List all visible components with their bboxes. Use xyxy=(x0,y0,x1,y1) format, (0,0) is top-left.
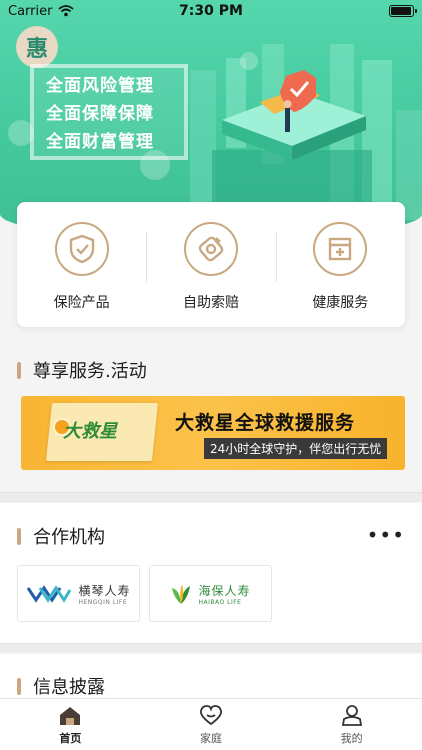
more-dots-icon[interactable]: ••• xyxy=(367,525,405,545)
status-time: 7:30 PM xyxy=(179,3,243,19)
claim-tag-icon xyxy=(183,221,238,276)
slogan-line: 全面保障保障 xyxy=(46,104,154,124)
status-bar: Carrier 7:30 PM xyxy=(0,0,422,22)
promo-title: 大救星全球救援服务 xyxy=(175,412,356,434)
tab-label: 首页 xyxy=(59,731,82,745)
decor-bubble xyxy=(240,52,258,70)
tab-label: 家庭 xyxy=(200,731,222,745)
app-screen: 惠 全面风险管理 全面保障保障 全面财富管理 Carrier 7:30 PM 保… xyxy=(0,0,422,750)
rescue-promo-banner[interactable]: 大救星 大救星全球救援服务 24小时全球守护，伴您出行无忧 xyxy=(21,396,405,470)
partner-haibao[interactable]: 海保人寿 HAIBAO LIFE xyxy=(149,565,272,622)
promo-subtitle: 24小时全球守护，伴您出行无忧 xyxy=(204,438,388,459)
battery-icon xyxy=(389,5,417,17)
section-marker xyxy=(17,677,21,695)
service-label: 自助索赔 xyxy=(182,294,239,311)
tab-mine[interactable]: 我的 xyxy=(281,699,422,750)
section-marker xyxy=(17,527,21,545)
medical-box-icon xyxy=(313,221,368,276)
partner-hengqin[interactable]: 横琴人寿 HENGQIN LIFE xyxy=(17,565,140,622)
partner-name-en: HAIBAO LIFE xyxy=(198,598,242,606)
slogan-box: 全面风险管理 全面保障保障 全面财富管理 xyxy=(30,64,188,160)
brand-logo: 惠 xyxy=(16,26,58,68)
user-icon xyxy=(341,704,362,726)
bottom-tab-bar: 首页 家庭 我的 xyxy=(0,698,422,750)
partner-name-cn: 海保人寿 xyxy=(198,583,251,598)
section-divider xyxy=(0,643,422,653)
tab-family[interactable]: 家庭 xyxy=(141,699,282,750)
hengqin-logo-icon xyxy=(27,584,72,603)
promo-logo-text: 大救星 xyxy=(63,421,117,442)
section-partners-header: 合作机构 xyxy=(17,523,105,549)
service-card: 保险产品 自助索赔 健康服务 xyxy=(17,202,405,327)
partner-name-cn: 横琴人寿 xyxy=(78,583,131,598)
service-self-claim[interactable]: 自助索赔 xyxy=(146,218,275,312)
section-divider xyxy=(0,492,422,502)
section-title: 信息披露 xyxy=(33,677,105,698)
section-title: 合作机构 xyxy=(33,527,105,548)
shield-check-icon xyxy=(54,221,109,276)
slogan-line: 全面财富管理 xyxy=(46,132,154,152)
section-marker xyxy=(17,361,21,379)
section-title: 尊享服务.活动 xyxy=(33,361,147,382)
service-label: 保险产品 xyxy=(53,294,110,311)
service-health[interactable]: 健康服务 xyxy=(275,218,405,312)
partner-name-en: HENGQIN LIFE xyxy=(78,598,128,606)
tab-label: 我的 xyxy=(340,731,363,745)
slogan-line: 全面风险管理 xyxy=(46,76,154,96)
family-heart-icon xyxy=(200,704,222,725)
tab-home[interactable]: 首页 xyxy=(0,699,141,750)
service-label: 健康服务 xyxy=(312,294,369,311)
home-icon xyxy=(60,706,81,725)
service-insurance-products[interactable]: 保险产品 xyxy=(17,218,146,312)
haibao-logo-icon xyxy=(172,583,191,604)
section-exclusive-header: 尊享服务.活动 xyxy=(17,357,147,383)
section-disclosure-header[interactable]: 信息披露 xyxy=(17,673,105,699)
